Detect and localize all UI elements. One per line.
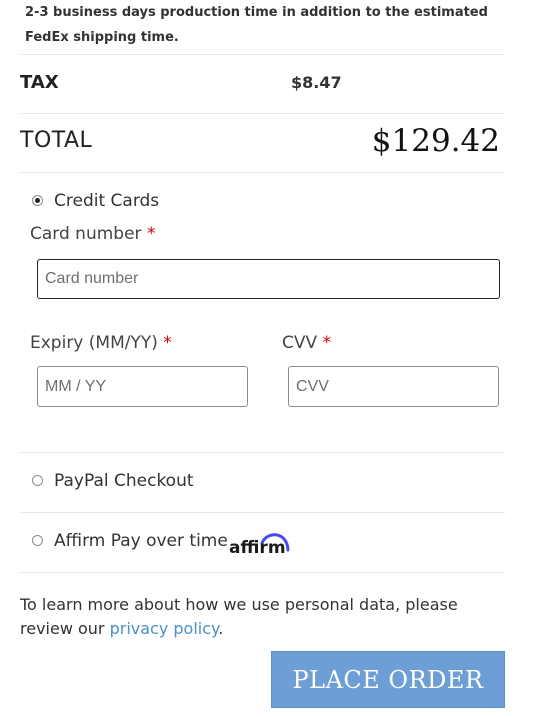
divider	[20, 54, 505, 55]
tax-value: $8.47	[291, 73, 342, 92]
divider	[20, 172, 505, 173]
total-label: TOTAL	[20, 128, 93, 153]
cvv-label: CVV *	[282, 333, 331, 353]
required-marker: *	[146, 224, 156, 244]
tax-label: TAX	[20, 72, 59, 93]
shipping-note: 2-3 business days production time in add…	[25, 5, 488, 45]
divider	[20, 572, 505, 573]
required-marker: *	[322, 333, 332, 353]
divider	[20, 452, 505, 453]
cvv-label-text: CVV	[282, 333, 318, 353]
cvv-input[interactable]	[288, 366, 499, 407]
privacy-note: To learn more about how we use personal …	[20, 593, 500, 641]
privacy-text-end: .	[218, 619, 224, 638]
credit-cards-label[interactable]: Credit Cards	[54, 191, 159, 211]
privacy-text: To learn more about how we use personal …	[20, 595, 458, 638]
affirm-logo-text: affirm	[229, 538, 286, 558]
affirm-radio[interactable]	[32, 535, 43, 546]
expiry-input[interactable]	[37, 366, 248, 407]
affirm-label[interactable]: Affirm Pay over time	[54, 531, 228, 551]
place-order-button[interactable]: PLACE ORDER	[271, 651, 505, 708]
expiry-label-text: Expiry (MM/YY)	[30, 333, 158, 353]
required-marker: *	[163, 333, 172, 353]
paypal-label[interactable]: PayPal Checkout	[54, 471, 194, 491]
expiry-label: Expiry (MM/YY) *	[30, 333, 172, 353]
affirm-logo-icon: affirm	[229, 533, 290, 558]
divider	[20, 113, 505, 114]
divider	[20, 512, 505, 513]
privacy-policy-link[interactable]: privacy policy	[110, 619, 219, 638]
card-number-input[interactable]	[37, 259, 500, 299]
credit-cards-radio[interactable]	[32, 195, 43, 206]
total-value: $129.42	[371, 123, 500, 159]
paypal-radio[interactable]	[32, 475, 43, 486]
card-number-label: Card number *	[30, 224, 155, 244]
card-number-label-text: Card number	[30, 224, 142, 244]
